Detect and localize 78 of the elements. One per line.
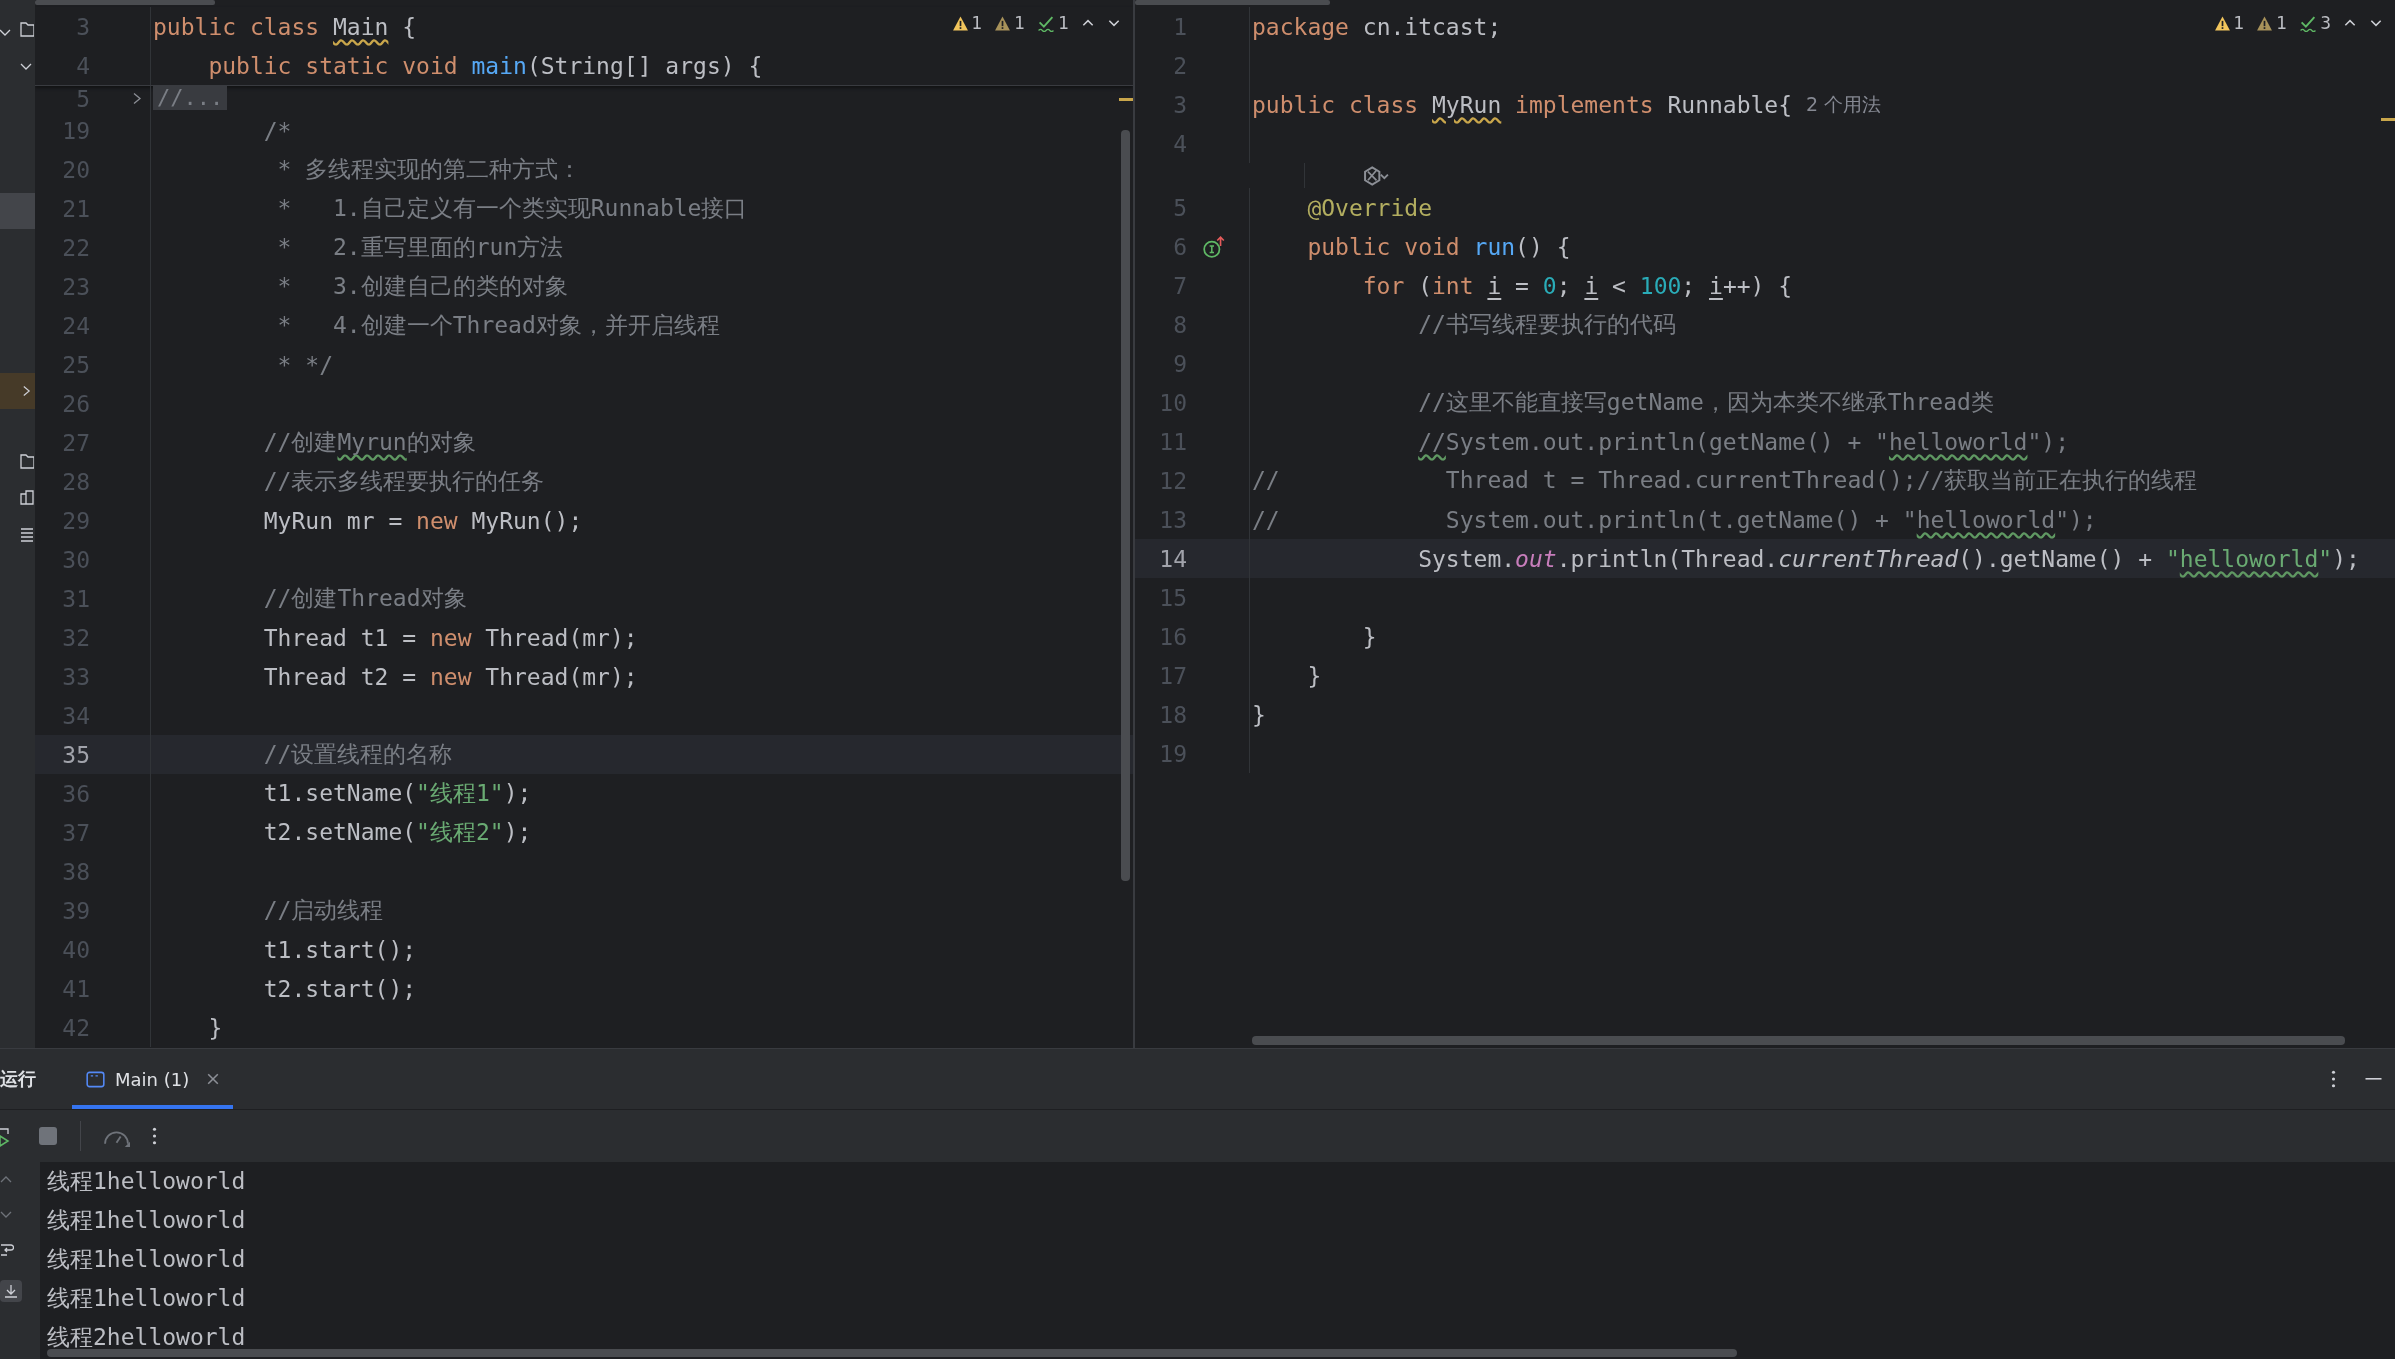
code-line: public void run() { <box>1307 233 1571 260</box>
minimize-icon[interactable] <box>2364 1077 2383 1081</box>
code-comment: * 1.自己定义有一个类实现Runnable接口 <box>277 194 748 223</box>
code-line: t2.setName("线程2"); <box>263 818 532 847</box>
code-line: t2.start(); <box>263 975 417 1002</box>
folder-icon[interactable] <box>20 20 34 38</box>
code-line: } <box>208 1014 223 1041</box>
code-comment: //启动线程 <box>263 896 384 925</box>
console-output-line: 线程1helloworld <box>47 1245 246 1274</box>
tab-scrollbar[interactable] <box>1135 0 1330 5</box>
console-output-line: 线程2helloworld <box>47 1323 246 1352</box>
console-icon <box>86 1070 105 1088</box>
code-line: // System.out.println(t.getName() + "helloworld"); <box>1252 506 2097 533</box>
code-line: package cn.itcast; <box>1252 13 1502 40</box>
run-tab[interactable]: Main (1) <box>72 1049 234 1109</box>
stop-icon[interactable] <box>38 1126 58 1146</box>
horizontal-scrollbar[interactable] <box>1252 1036 2345 1045</box>
code-line: t1.setName("线程1"); <box>263 779 532 808</box>
more-options-icon[interactable] <box>152 1127 157 1145</box>
code-line: MyRun mr = new MyRun(); <box>263 507 583 534</box>
warning-count[interactable]: 1 <box>2213 13 2245 33</box>
code-line: //创建Myrun的对象 <box>263 428 476 457</box>
typo-count[interactable]: 1 <box>1037 13 1069 33</box>
gutter-marker-icon[interactable] <box>1202 234 1226 259</box>
console-output-line: 线程1helloworld <box>47 1206 246 1235</box>
scroll-to-end-icon <box>4 1283 18 1299</box>
code-comment: //表示多线程要执行的任务 <box>263 467 545 496</box>
code-comment: * 多线程实现的第二种方式： <box>277 155 582 184</box>
tab-scrollbar[interactable] <box>35 0 215 5</box>
scroll-to-end-button[interactable] <box>0 1280 22 1302</box>
more-options-icon[interactable] <box>2331 1070 2336 1088</box>
line-number: 14 <box>1159 545 1187 572</box>
console-output-line: 线程1helloworld <box>47 1167 246 1196</box>
code-comment: //创建Thread对象 <box>263 584 467 613</box>
code-line: } <box>1307 662 1322 689</box>
warning-count[interactable]: 1 <box>951 13 983 33</box>
fold-chevron-icon[interactable] <box>132 92 142 105</box>
code-line: t1.start(); <box>263 936 417 963</box>
inlay-action-button[interactable] <box>1362 165 1390 186</box>
list-icon[interactable] <box>20 526 34 542</box>
close-icon[interactable] <box>207 1073 220 1085</box>
code-comment: //书写线程要执行的代码 <box>1418 310 1676 339</box>
code-comment: * 3.创建自己的类的对象 <box>277 272 568 301</box>
rerun-icon[interactable] <box>0 1125 12 1147</box>
code-comment: * 4.创建一个Thread对象，并开启线程 <box>277 311 720 340</box>
check-icon <box>2299 14 2318 32</box>
line-number: 5 <box>76 86 90 112</box>
folder-icon[interactable] <box>20 452 34 470</box>
line-number: 35 <box>62 741 90 768</box>
code-comment: //这里不能直接写getName，因为本类不继承Thread类 <box>1418 388 1994 417</box>
code-line: public static void main(String[] args) { <box>208 52 763 79</box>
soft-wrap-icon[interactable] <box>0 1242 14 1258</box>
console-output-line: 线程1helloworld <box>47 1284 246 1313</box>
usages-hint[interactable]: 2 个用法 <box>1806 91 1882 118</box>
weak-warning-count[interactable]: 1 <box>2256 13 2288 33</box>
code-line: public class Main { <box>153 13 417 40</box>
code-line: public class MyRun implements Runnable{ <box>1252 91 1793 118</box>
code-comment: * 2.重写里面的run方法 <box>277 233 564 262</box>
library-icon[interactable] <box>20 488 34 506</box>
panel-title: 运行 <box>0 1067 37 1091</box>
typo-count[interactable]: 3 <box>2299 13 2331 33</box>
code-line: Thread t1 = new Thread(mr); <box>263 624 638 651</box>
code-line: for (int i = 0; i < 100; i++) { <box>1362 272 1793 299</box>
vertical-scrollbar[interactable] <box>1121 130 1130 881</box>
code-line: @Override <box>1307 194 1432 221</box>
check-icon <box>1037 14 1056 32</box>
chevron-right-icon[interactable] <box>22 385 31 397</box>
horizontal-scrollbar[interactable] <box>47 1349 1737 1357</box>
code-comment: /* <box>263 117 292 144</box>
code-line: Thread t2 = new Thread(mr); <box>263 663 638 690</box>
code-line: System.out.println(Thread.currentThread().getName() + "helloworld"); <box>1418 545 2360 572</box>
code-line: } <box>1362 623 1377 650</box>
code-comment: //设置线程的名称 <box>263 740 453 769</box>
code-line: } <box>1252 701 1266 728</box>
code-comment: // Thread t = Thread.currentThread();//获取当前正在执行的线程 <box>1252 466 2198 495</box>
code-comment: * */ <box>277 351 333 378</box>
weak-warning-count[interactable]: 1 <box>994 13 1026 33</box>
code-line: //System.out.println(getName() + "helloworld"); <box>1418 428 2069 455</box>
